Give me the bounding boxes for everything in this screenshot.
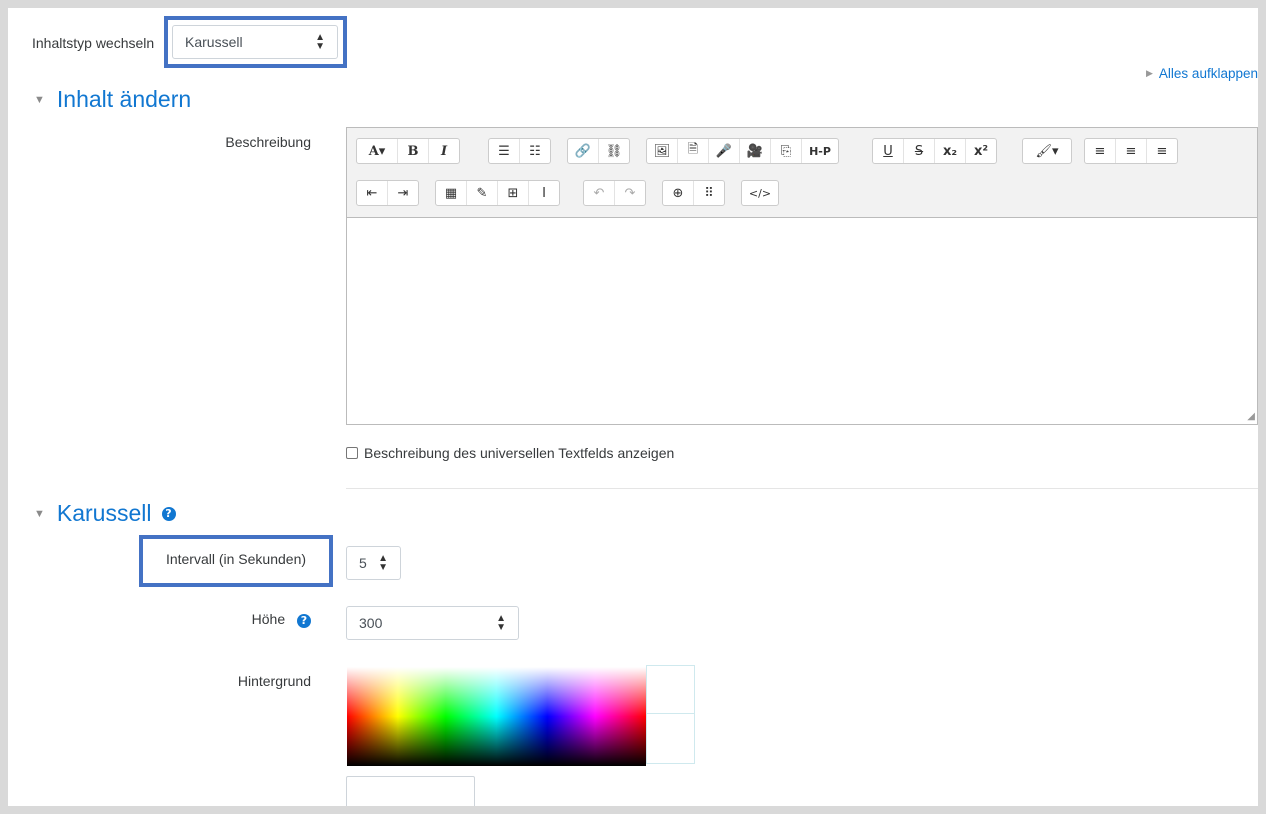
- table-icon[interactable]: ⊞: [498, 181, 529, 205]
- unordered-list-icon[interactable]: ☰: [489, 139, 520, 163]
- align-center-icon[interactable]: ≡: [1116, 139, 1147, 163]
- toolbar-group-color: 🖌▾: [1022, 138, 1072, 164]
- superscript-button[interactable]: x²: [966, 139, 996, 163]
- height-label-row: Höhe ?: [158, 611, 311, 628]
- show-universal-label: Beschreibung des universellen Textfelds …: [364, 445, 675, 461]
- collapse-triangle-icon: ▼: [34, 93, 45, 106]
- toolbar-group-align: ≡ ≡ ≡: [1084, 138, 1178, 164]
- toolbar-group-format: U S x₂ x²: [872, 138, 997, 164]
- editor-content-area[interactable]: [347, 217, 1257, 424]
- toolbar-group-media: 🖼 🗎 🎤 🎥 ⎘ H-P: [646, 138, 839, 164]
- help-icon[interactable]: ?: [161, 506, 176, 521]
- toolbar-group-accessibility: ⊕ ⠿: [662, 180, 725, 206]
- collapse-triangle-icon: ▼: [34, 507, 45, 520]
- toolbar-group-lists: ☰ ☷: [488, 138, 551, 164]
- h5p-button[interactable]: H-P: [802, 139, 838, 163]
- undo-icon[interactable]: ↶: [584, 181, 615, 205]
- height-value: 300: [359, 615, 383, 631]
- underline-button[interactable]: U: [873, 139, 904, 163]
- select-arrows-icon: ▲ ▼: [315, 32, 325, 52]
- record-video-icon[interactable]: 🎥: [740, 139, 771, 163]
- toolbar-group-font: A▾ B I: [356, 138, 460, 164]
- toolbar-group-links: 🔗 ⛓: [567, 138, 630, 164]
- background-label: Hintergrund: [237, 673, 311, 689]
- expand-all-label: Alles aufklappen: [1158, 66, 1258, 81]
- height-select[interactable]: 300 ▲ ▼: [346, 606, 519, 640]
- help-icon[interactable]: ?: [297, 614, 311, 628]
- redo-icon[interactable]: ↷: [615, 181, 645, 205]
- accessibility-checker-icon[interactable]: ⊕: [663, 181, 694, 205]
- outdent-icon[interactable]: ⇤: [357, 181, 388, 205]
- section-carousel-header[interactable]: ▼ Karussell ?: [34, 500, 176, 527]
- color-spectrum-picker[interactable]: [347, 667, 646, 766]
- previous-color-swatch: [646, 714, 695, 764]
- align-right-icon[interactable]: ≡: [1147, 139, 1177, 163]
- html-source-icon[interactable]: </>: [742, 181, 778, 205]
- interval-value: 5: [359, 555, 367, 571]
- description-label: Beschreibung: [225, 134, 311, 150]
- indent-icon[interactable]: ⇥: [388, 181, 418, 205]
- content-type-value: Karussell: [185, 34, 243, 50]
- font-color-icon[interactable]: 🖌▾: [1023, 139, 1071, 163]
- expand-all-link[interactable]: ▶ Alles aufklappen: [1146, 66, 1258, 81]
- ordered-list-icon[interactable]: ☷: [520, 139, 550, 163]
- content-type-label: Inhaltstyp wechseln: [32, 35, 155, 51]
- interval-select[interactable]: 5 ▲ ▼: [346, 546, 401, 580]
- record-audio-icon[interactable]: 🎤: [709, 139, 740, 163]
- section-edit-title: Inhalt ändern: [56, 86, 192, 112]
- toolbar-group-indent: ⇤ ⇥: [356, 180, 419, 206]
- section-edit-header[interactable]: ▼ Inhalt ändern: [34, 86, 191, 113]
- media-icon[interactable]: 🗎: [678, 139, 709, 163]
- select-arrows-icon: ▲ ▼: [496, 613, 506, 633]
- editor-toolbar: A▾ B I ☰ ☷ 🔗 ⛓ 🖼 🗎 🎤 🎥 ⎘ H-P U S x₂ x² 🖌…: [347, 128, 1257, 218]
- description-editor: A▾ B I ☰ ☷ 🔗 ⛓ 🖼 🗎 🎤 🎥 ⎘ H-P U S x₂ x² 🖌…: [346, 127, 1258, 425]
- show-universal-checkbox[interactable]: [346, 447, 358, 459]
- link-icon[interactable]: 🔗: [568, 139, 599, 163]
- italic-button[interactable]: I: [429, 139, 459, 163]
- unlink-icon[interactable]: ⛓: [599, 139, 629, 163]
- section-divider: [346, 488, 1258, 489]
- caret-right-icon: ▶: [1146, 68, 1153, 78]
- align-left-icon[interactable]: ≡: [1085, 139, 1116, 163]
- resize-handle-icon[interactable]: ◢: [1247, 411, 1255, 422]
- strikethrough-button[interactable]: S: [904, 139, 935, 163]
- height-label: Höhe: [251, 611, 286, 627]
- manage-files-icon[interactable]: ⎘: [771, 139, 802, 163]
- toolbar-group-history: ↶ ↷: [583, 180, 646, 206]
- subscript-button[interactable]: x₂: [935, 139, 966, 163]
- screenreader-helper-icon[interactable]: ⠿: [694, 181, 724, 205]
- image-icon[interactable]: 🖼: [647, 139, 678, 163]
- clear-formatting-icon[interactable]: Ι: [529, 181, 559, 205]
- section-carousel-title: Karussell: [56, 500, 152, 526]
- equation-icon[interactable]: ▦: [436, 181, 467, 205]
- selected-color-swatch: [646, 665, 695, 714]
- background-color-input[interactable]: [346, 776, 475, 806]
- special-char-icon[interactable]: ✎: [467, 181, 498, 205]
- bold-button[interactable]: B: [398, 139, 429, 163]
- show-universal-option[interactable]: Beschreibung des universellen Textfelds …: [346, 445, 674, 461]
- font-style-button[interactable]: A▾: [357, 139, 398, 163]
- select-arrows-icon: ▲ ▼: [378, 553, 388, 573]
- content-type-select[interactable]: Karussell ▲ ▼: [172, 25, 338, 59]
- toolbar-group-insert: ▦ ✎ ⊞ Ι: [435, 180, 560, 206]
- toolbar-group-html: </>: [741, 180, 779, 206]
- form-page: Inhaltstyp wechseln Karussell ▲ ▼ ▶ Alles…: [8, 8, 1258, 806]
- interval-label: Intervall (in Sekunden): [165, 551, 307, 567]
